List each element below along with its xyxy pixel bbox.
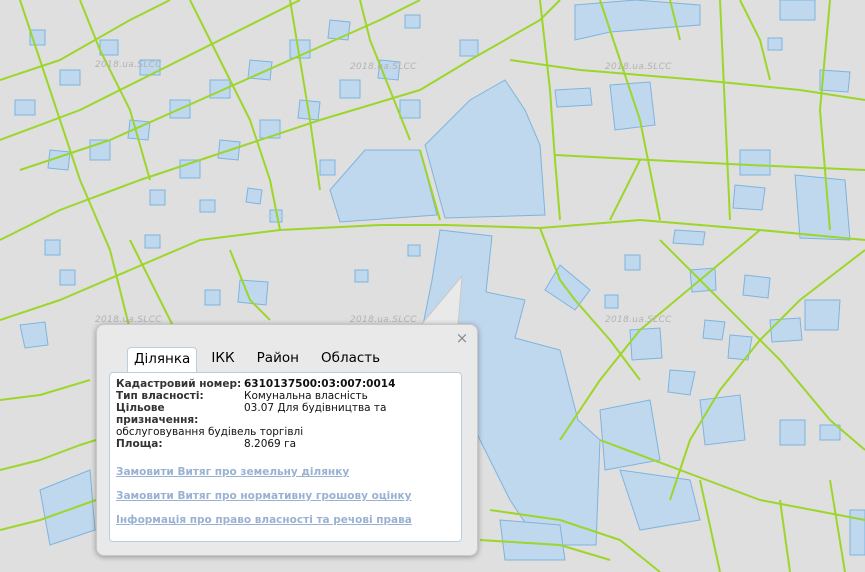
cadastral-number-value: 6310137500:03:007:0014 <box>244 378 396 390</box>
tab-district[interactable]: Район <box>249 347 307 371</box>
area-row: Площа: 8.2069 га <box>116 438 455 450</box>
ownership-rights-info-link[interactable]: Інформація про право власності та речові… <box>116 514 455 526</box>
purpose-row: Цільове призначення: 03.07 Для будівництв… <box>116 402 455 426</box>
purpose-label: Цільове призначення: <box>116 402 199 426</box>
ownership-type-label: Тип власності: <box>116 390 204 402</box>
order-land-extract-link[interactable]: Замовити Витяг про земельну ділянку <box>116 466 455 478</box>
close-icon[interactable]: × <box>455 331 469 346</box>
purpose-row-continued: обслуговування будівель торгівлі <box>116 426 455 438</box>
order-valuation-extract-link[interactable]: Замовити Витяг про нормативну грошову оц… <box>116 490 455 502</box>
tab-ikk[interactable]: ІКК <box>203 347 242 371</box>
purpose-value: 03.07 Для будівництва та <box>244 402 387 414</box>
tab-parcel[interactable]: Ділянка <box>127 347 198 373</box>
ownership-type-value: Комунальна власність <box>244 390 368 402</box>
parcel-info-popup: × Ділянка ІКК Район Область Кадастровий … <box>96 324 478 556</box>
tab-region[interactable]: Область <box>313 347 388 371</box>
area-value: 8.2069 га <box>244 438 297 450</box>
map-watermark: 2018.ua.SLCC <box>95 60 162 70</box>
map-watermark: 2018.ua.SLCC <box>605 315 672 325</box>
area-label: Площа: <box>116 438 163 450</box>
popup-tabs: Ділянка ІКК Район Область <box>127 347 389 373</box>
parcel-details-panel: Кадастровий номер: 6310137500:03:007:0014… <box>109 372 462 542</box>
ownership-type-row: Тип власності: Комунальна власність <box>116 390 455 402</box>
purpose-value-continued: обслуговування будівель торгівлі <box>116 426 304 438</box>
cadastral-number-label: Кадастровий номер: <box>116 378 242 390</box>
map-watermark: 2018.ua.SLCC <box>350 62 417 72</box>
cadastral-number-row: Кадастровий номер: 6310137500:03:007:0014 <box>116 378 455 390</box>
map-watermark: 2018.ua.SLCC <box>605 62 672 72</box>
popup-pointer <box>418 274 463 327</box>
